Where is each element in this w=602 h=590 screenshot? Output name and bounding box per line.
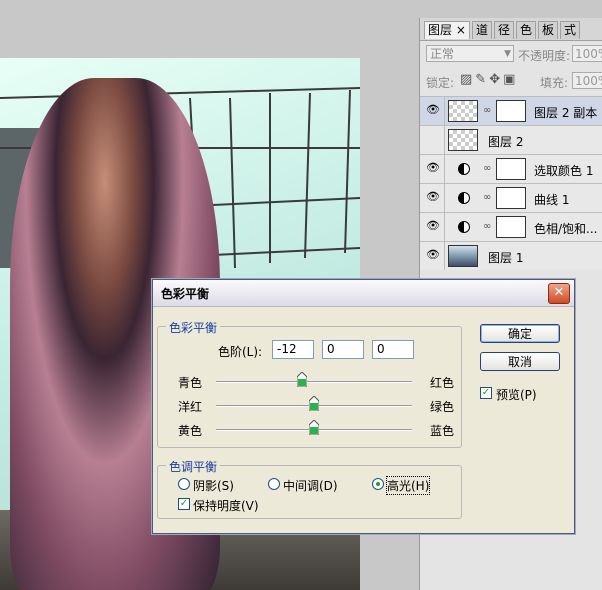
- tab-styles[interactable]: 式: [560, 21, 581, 39]
- divider: [444, 126, 445, 154]
- layer-row[interactable]: 👁 ∞ 曲线 1: [420, 183, 602, 212]
- slider-thumb[interactable]: [309, 396, 319, 411]
- slider-left-label: 黄色: [178, 424, 203, 438]
- layer-name: 图层 2 副本: [534, 106, 598, 120]
- layer-name: 色相/饱和...: [534, 222, 598, 236]
- fill-label: 填充:: [540, 76, 569, 90]
- layer-name: 曲线 1: [534, 193, 570, 207]
- blend-mode-value: 正常: [430, 47, 455, 61]
- layer-thumbnail: [448, 245, 478, 267]
- tab-layers-label: 图层: [428, 23, 453, 37]
- preview-label[interactable]: 预览(P): [496, 386, 537, 403]
- eye-icon[interactable]: [425, 133, 441, 145]
- color-balance-group-label: 色彩平衡: [166, 319, 221, 336]
- divider: [444, 155, 445, 183]
- tone-balance-group: 色调平衡 阴影(S) 中间调(D) 高光(H) ✓ 保持明度(V): [157, 458, 462, 519]
- ok-button[interactable]: 确定: [480, 324, 560, 343]
- levels-input-magenta-green[interactable]: 0: [322, 340, 364, 359]
- layer-row[interactable]: 👁 图层 1: [420, 241, 602, 270]
- lock-move-icon[interactable]: ✥: [489, 72, 503, 87]
- eye-icon[interactable]: 👁: [425, 220, 441, 232]
- layer-name: 选取颜色 1: [534, 164, 594, 178]
- tone-balance-group-label: 色调平衡: [166, 458, 221, 475]
- tab-paths[interactable]: 径: [494, 21, 515, 39]
- blend-row: 正常 ▼ 不透明度: 100%: [420, 43, 602, 65]
- opacity-input[interactable]: 100%: [572, 45, 602, 62]
- radio-midtones[interactable]: [268, 478, 280, 490]
- radio-highlights[interactable]: [372, 478, 384, 490]
- layer-name: 图层 1: [488, 251, 524, 265]
- link-icon[interactable]: ∞: [483, 221, 491, 232]
- link-icon[interactable]: ∞: [483, 105, 491, 116]
- layer-mask-thumbnail[interactable]: [496, 100, 526, 122]
- color-balance-dialog: 色彩平衡 ✕ 色彩平衡 色阶(L): -12 0 0 青色 红色 洋红 绿色 黄…: [152, 279, 575, 534]
- close-icon[interactable]: ✕: [548, 283, 570, 304]
- layer-mask-thumbnail[interactable]: [496, 158, 526, 180]
- slider-right-label: 蓝色: [430, 424, 455, 438]
- adjustment-icon: [458, 192, 470, 204]
- slider-left-label: 青色: [178, 376, 203, 390]
- panel-tabs: 图层 × 道 径 色 板 式: [420, 18, 602, 41]
- adjustment-icon: [458, 163, 470, 175]
- layer-row[interactable]: 图层 2: [420, 125, 602, 154]
- preview-checkbox[interactable]: ✓: [480, 387, 492, 399]
- eye-icon[interactable]: 👁: [425, 162, 441, 174]
- layer-thumbnail: [448, 129, 478, 151]
- slider-thumb[interactable]: [297, 372, 308, 387]
- lock-icons: ▨✎✥▣: [460, 72, 518, 87]
- lock-all-icon[interactable]: ▣: [503, 72, 518, 87]
- eye-icon[interactable]: 👁: [425, 249, 441, 261]
- slider-right-label: 红色: [430, 376, 455, 390]
- slider-thumb[interactable]: [309, 420, 319, 435]
- dialog-title: 色彩平衡: [161, 287, 210, 301]
- radio-highlights-label[interactable]: 高光(H): [385, 476, 431, 495]
- color-balance-group: 色彩平衡 色阶(L): -12 0 0 青色 红色 洋红 绿色 黄色 蓝色: [157, 319, 462, 448]
- divider: [444, 213, 445, 241]
- lock-brush-icon[interactable]: ✎: [475, 72, 489, 87]
- divider: [444, 97, 445, 125]
- opacity-label: 不透明度:: [518, 49, 571, 63]
- dialog-titlebar[interactable]: 色彩平衡 ✕: [153, 280, 574, 307]
- layer-thumbnail: [448, 100, 478, 122]
- tab-color[interactable]: 色: [516, 21, 537, 39]
- adjustment-icon: [458, 221, 470, 233]
- layer-row[interactable]: 👁 ∞ 选取颜色 1: [420, 154, 602, 183]
- cancel-button[interactable]: 取消: [480, 352, 560, 371]
- eye-icon[interactable]: 👁: [425, 191, 441, 203]
- divider: [444, 242, 445, 270]
- blend-mode-select[interactable]: 正常 ▼: [426, 45, 514, 62]
- radio-shadows-label[interactable]: 阴影(S): [193, 477, 234, 494]
- preserve-luminosity-label[interactable]: 保持明度(V): [193, 497, 259, 514]
- slider-right-label: 绿色: [430, 400, 455, 414]
- lock-row: 锁定: ▨✎✥▣ 填充: 100%: [420, 70, 602, 92]
- levels-label: 色阶(L):: [218, 345, 263, 359]
- eye-icon[interactable]: 👁: [425, 104, 441, 116]
- layer-row[interactable]: 👁 ∞ 色相/饱和...: [420, 212, 602, 241]
- divider: [444, 184, 445, 212]
- preserve-luminosity-checkbox[interactable]: ✓: [178, 498, 190, 510]
- layer-row[interactable]: 👁 ∞ 图层 2 副本: [420, 96, 602, 125]
- tab-layers[interactable]: 图层 ×: [424, 21, 470, 39]
- slider-track[interactable]: [216, 381, 412, 383]
- fill-input[interactable]: 100%: [572, 72, 602, 89]
- radio-shadows[interactable]: [178, 478, 190, 490]
- link-icon[interactable]: ∞: [483, 192, 491, 203]
- layer-name: 图层 2: [488, 135, 524, 149]
- link-icon[interactable]: ∞: [483, 163, 491, 174]
- lock-transparency-icon[interactable]: ▨: [460, 72, 475, 87]
- tab-close-icon[interactable]: ×: [456, 23, 466, 37]
- tab-channels[interactable]: 道: [472, 21, 493, 39]
- radio-midtones-label[interactable]: 中间调(D): [283, 477, 338, 494]
- chevron-down-icon: ▼: [504, 49, 511, 59]
- lock-label: 锁定:: [426, 76, 455, 90]
- layer-mask-thumbnail[interactable]: [496, 187, 526, 209]
- layer-mask-thumbnail[interactable]: [496, 216, 526, 238]
- slider-left-label: 洋红: [178, 400, 203, 414]
- tab-swatches[interactable]: 板: [538, 21, 559, 39]
- levels-input-yellow-blue[interactable]: 0: [372, 340, 414, 359]
- levels-input-cyan-red[interactable]: -12: [272, 340, 314, 359]
